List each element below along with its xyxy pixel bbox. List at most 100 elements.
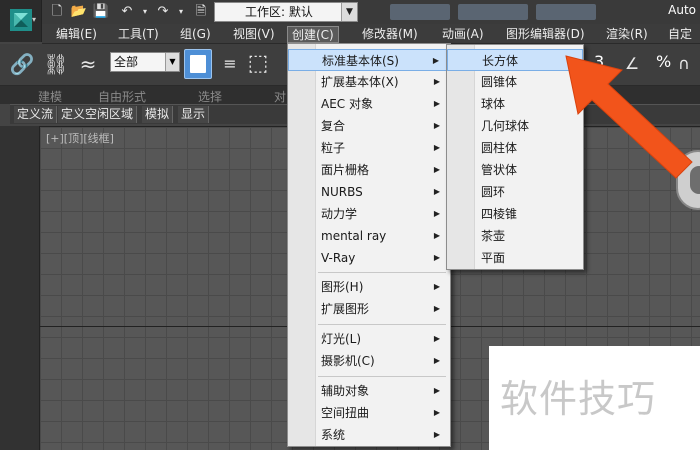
menu-item-compound[interactable]: 复合 ▶ — [288, 115, 450, 137]
menu-item-label: 灯光(L) — [321, 332, 362, 346]
subtab-display[interactable]: 显示 — [178, 106, 210, 123]
menu-item-plane[interactable]: 平面 — [447, 247, 583, 269]
title-bar: 🗋 📂 💾 ↶ ▾ ↷ ▾ 🗎 工作区: 默认 ▼ Auto — [0, 0, 700, 24]
menu-item-label: mental ray — [321, 229, 387, 243]
select-by-name-icon[interactable]: ≡ — [216, 50, 244, 78]
menu-item-systems[interactable]: 系统 ▶ — [288, 424, 450, 446]
menu-item-vray[interactable]: V-Ray ▶ — [288, 247, 450, 269]
menu-item-cameras[interactable]: 摄影机(C) ▶ — [288, 350, 450, 372]
ribbon-tab-freeform[interactable]: 自由形式 — [98, 88, 146, 105]
menu-item-aec-objects[interactable]: AEC 对象 ▶ — [288, 93, 450, 115]
menu-item-label: NURBS — [321, 185, 363, 199]
menu-group[interactable]: 组(G) — [176, 26, 215, 43]
menu-bar: 编辑(E) 工具(T) 组(G) 视图(V) 创建(C) 修改器(M) 动画(A… — [42, 24, 700, 44]
menu-item-patch-grids[interactable]: 面片栅格 ▶ — [288, 159, 450, 181]
menu-item-label: 摄影机(C) — [321, 354, 375, 368]
menu-item-mental-ray[interactable]: mental ray ▶ — [288, 225, 450, 247]
menu-item-standard-primitives[interactable]: 标准基本体(S) ▶ — [288, 49, 450, 71]
menu-item-helpers[interactable]: 辅助对象 ▶ — [288, 380, 450, 402]
menu-item-label: 标准基本体(S) — [322, 54, 399, 68]
redo-icon[interactable]: ↷ — [154, 3, 172, 21]
subtab-define-flows[interactable]: 定义流 — [14, 106, 58, 123]
menu-item-extended-shapes[interactable]: 扩展图形 ▶ — [288, 298, 450, 320]
submenu-arrow-icon: ▶ — [433, 430, 440, 439]
menu-tools[interactable]: 工具(T) — [114, 26, 163, 43]
save-file-icon[interactable]: 💾 — [92, 3, 110, 21]
select-and-link-icon[interactable]: 🔗 — [8, 50, 36, 78]
menu-graph-editors[interactable]: 图形编辑器(D) — [502, 26, 589, 43]
subtab-define-idle-areas[interactable]: 定义空闲区域 — [58, 106, 138, 123]
bind-to-space-warp-icon[interactable]: ≈ — [74, 50, 102, 78]
menu-item-label: 图形(H) — [321, 280, 364, 294]
submenu-arrow-icon: ▶ — [433, 165, 440, 174]
submenu-arrow-icon: ▶ — [432, 56, 439, 65]
menu-item-torus[interactable]: 圆环 — [447, 181, 583, 203]
menu-item-dynamics[interactable]: 动力学 ▶ — [288, 203, 450, 225]
menu-create[interactable]: 创建(C) — [287, 26, 339, 43]
create-menu-dropdown: 标准基本体(S) ▶ 扩展基本体(X) ▶ AEC 对象 ▶ 复合 ▶ 粒子 ▶… — [287, 43, 451, 447]
annotation-arrow-icon — [565, 55, 693, 179]
menu-views[interactable]: 视图(V) — [229, 26, 279, 43]
submenu-arrow-icon: ▶ — [433, 99, 440, 108]
select-object-button[interactable] — [184, 49, 212, 79]
selection-filter-value: 全部 — [114, 55, 139, 69]
menu-separator — [318, 376, 446, 377]
menu-item-label: 复合 — [321, 119, 346, 133]
app-menu-chevron-icon: ▾ — [32, 15, 37, 24]
submenu-arrow-icon: ▶ — [433, 231, 440, 240]
application-button[interactable]: ▾ — [0, 0, 42, 42]
menu-item-label: 空间扭曲 — [321, 406, 370, 420]
menu-item-label: 动力学 — [321, 207, 358, 221]
ribbon-tab-selection[interactable]: 选择 — [198, 88, 222, 105]
submenu-arrow-icon: ▶ — [433, 143, 440, 152]
select-object-icon — [190, 55, 206, 73]
submenu-arrow-icon: ▶ — [433, 334, 440, 343]
menu-item-label: 扩展基本体(X) — [321, 75, 399, 89]
menu-item-particles[interactable]: 粒子 ▶ — [288, 137, 450, 159]
menu-modifiers[interactable]: 修改器(M) — [358, 26, 422, 43]
new-file-icon[interactable]: 🗋 — [48, 3, 66, 21]
menu-item-label: 粒子 — [321, 141, 346, 155]
selection-filter-dropdown[interactable]: 全部 ▼ — [110, 52, 180, 72]
ribbon-tab-object[interactable]: 对 — [274, 88, 286, 105]
undo-dropdown-icon[interactable]: ▾ — [136, 3, 154, 21]
viewport-label[interactable]: [+][顶][线框] — [46, 130, 114, 146]
menu-item-shapes[interactable]: 图形(H) ▶ — [288, 276, 450, 298]
unlink-selection-icon[interactable]: ⛓ — [42, 50, 70, 78]
menu-item-label: 辅助对象 — [321, 384, 370, 398]
redo-dropdown-icon[interactable]: ▾ — [172, 3, 190, 21]
menu-item-pyramid[interactable]: 四棱锥 — [447, 203, 583, 225]
submenu-arrow-icon: ▶ — [433, 356, 440, 365]
menu-item-teapot[interactable]: 茶壶 — [447, 225, 583, 247]
menu-item-extended-primitives[interactable]: 扩展基本体(X) ▶ — [288, 71, 450, 93]
chevron-down-icon[interactable]: ▼ — [341, 3, 357, 21]
submenu-arrow-icon: ▶ — [433, 121, 440, 130]
ribbon-tab-modeling[interactable]: 建模 — [38, 88, 62, 105]
submenu-arrow-icon: ▶ — [433, 282, 440, 291]
app-title: Auto — [668, 3, 696, 17]
menu-item-label: 扩展图形 — [321, 302, 370, 316]
chevron-down-icon[interactable]: ▼ — [165, 53, 179, 71]
submenu-arrow-icon: ▶ — [433, 209, 440, 218]
workspace-selector[interactable]: 工作区: 默认 ▼ — [214, 2, 358, 22]
menu-item-space-warps[interactable]: 空间扭曲 ▶ — [288, 402, 450, 424]
menu-separator — [318, 272, 446, 273]
watermark-text: 软件技巧 — [500, 377, 657, 421]
menu-animation[interactable]: 动画(A) — [438, 26, 488, 43]
rectangular-selection-icon[interactable]: ⬚ — [244, 50, 272, 78]
left-panel — [0, 126, 40, 450]
project-folder-icon[interactable]: 🗎 — [192, 3, 210, 21]
submenu-arrow-icon: ▶ — [433, 386, 440, 395]
menu-customize[interactable]: 自定 — [664, 26, 696, 43]
menu-edit[interactable]: 编辑(E) — [52, 26, 101, 43]
subtab-simulate[interactable]: 模拟 — [142, 106, 174, 123]
workspace-label: 工作区: 默认 — [245, 5, 313, 19]
submenu-arrow-icon: ▶ — [433, 187, 440, 196]
undo-icon[interactable]: ↶ — [118, 3, 136, 21]
menu-rendering[interactable]: 渲染(R) — [602, 26, 652, 43]
menu-separator — [318, 324, 446, 325]
menu-item-nurbs[interactable]: NURBS ▶ — [288, 181, 450, 203]
open-file-icon[interactable]: 📂 — [70, 3, 88, 21]
submenu-arrow-icon: ▶ — [433, 408, 440, 417]
menu-item-lights[interactable]: 灯光(L) ▶ — [288, 328, 450, 350]
